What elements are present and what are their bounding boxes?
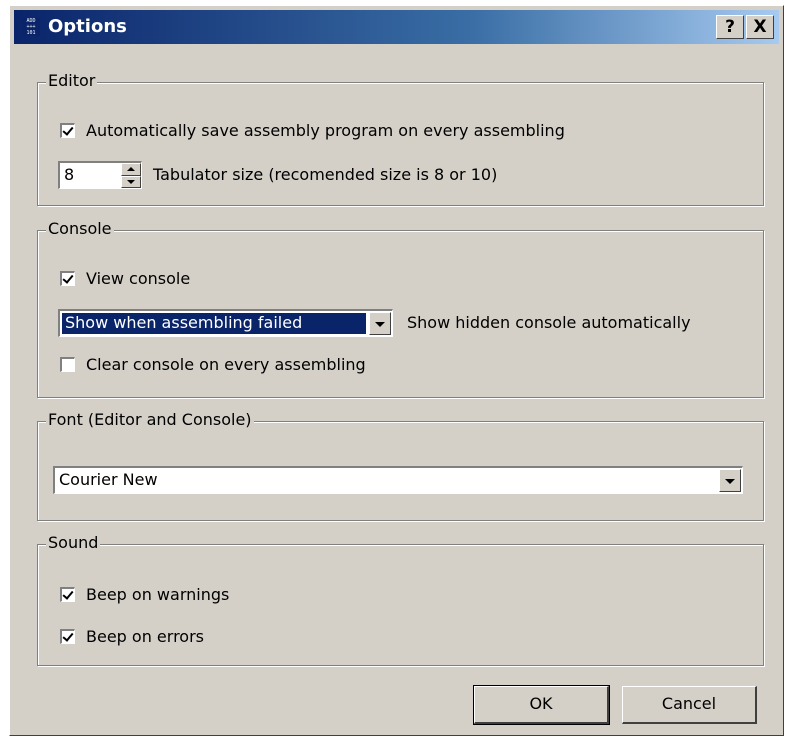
window-title: Options (48, 16, 127, 37)
beep-warnings-option[interactable]: Beep on warnings (60, 585, 229, 604)
show-console-value[interactable]: Show when assembling failed (62, 313, 366, 334)
beep-errors-option[interactable]: Beep on errors (60, 627, 204, 646)
autosave-checkbox[interactable] (60, 123, 75, 138)
console-group: Console View console Show when assemblin… (37, 219, 764, 398)
autosave-label: Automatically save assembly program on e… (86, 121, 565, 140)
cancel-button[interactable]: Cancel (622, 686, 757, 724)
clear-console-option[interactable]: Clear console on every assembling (60, 355, 366, 374)
view-console-label: View console (86, 269, 191, 288)
chevron-down-icon[interactable] (369, 312, 391, 335)
options-dialog: ADD +++ 101 Options ? X Editor Automatical… (9, 5, 784, 736)
font-legend: Font (Editor and Console) (46, 410, 254, 429)
clear-console-label: Clear console on every assembling (86, 355, 366, 374)
spin-down-icon[interactable] (121, 175, 141, 188)
view-console-checkbox[interactable] (60, 271, 75, 286)
editor-group: Editor Automatically save assembly progr… (37, 71, 764, 206)
beep-warnings-checkbox[interactable] (60, 587, 75, 602)
show-console-label-row: Show hidden console automatically (407, 313, 691, 332)
font-group: Font (Editor and Console) Courier New (37, 410, 764, 521)
autosave-option[interactable]: Automatically save assembly program on e… (60, 121, 565, 140)
sound-group: Sound Beep on warnings Beep on errors (37, 533, 764, 666)
sound-legend: Sound (46, 533, 101, 552)
ok-button[interactable]: OK (473, 685, 610, 725)
console-legend: Console (46, 219, 114, 238)
tab-size-label: Tabulator size (recomended size is 8 or … (153, 165, 498, 184)
close-button[interactable]: X (746, 15, 774, 39)
app-icon: ADD +++ 101 (22, 18, 40, 36)
font-value[interactable]: Courier New (55, 468, 718, 493)
spin-up-icon[interactable] (121, 163, 141, 176)
show-console-dropdown[interactable]: Show when assembling failed (58, 309, 393, 337)
beep-errors-checkbox[interactable] (60, 629, 75, 644)
chevron-down-icon[interactable] (719, 469, 741, 492)
tab-size-label-row: Tabulator size (recomended size is 8 or … (153, 165, 497, 184)
title-bar[interactable]: ADD +++ 101 Options ? X (14, 10, 779, 44)
tab-size-stepper[interactable]: 8 (58, 161, 142, 189)
editor-legend: Editor (46, 71, 98, 90)
help-button[interactable]: ? (716, 15, 744, 39)
view-console-option[interactable]: View console (60, 269, 190, 288)
show-console-label: Show hidden console automatically (407, 313, 691, 332)
beep-warnings-label: Beep on warnings (86, 585, 230, 604)
beep-errors-label: Beep on errors (86, 627, 204, 646)
tab-size-value[interactable]: 8 (60, 163, 121, 188)
clear-console-checkbox[interactable] (60, 357, 75, 372)
font-dropdown[interactable]: Courier New (53, 466, 743, 494)
